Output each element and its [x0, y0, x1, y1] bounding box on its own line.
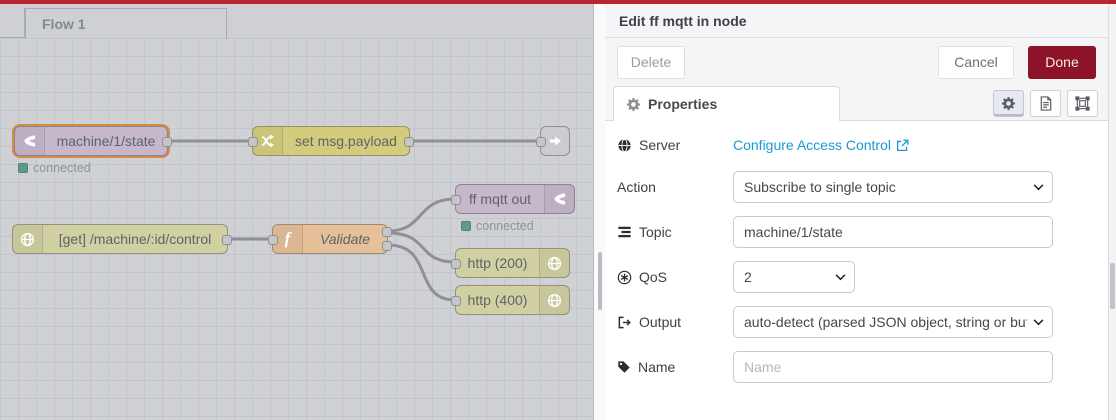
node-change[interactable]: set msg.payload [248, 126, 414, 156]
chevron-down-icon [835, 273, 846, 280]
globe-icon [539, 249, 569, 277]
node-label: machine/1/state [56, 133, 156, 149]
qos-icon [617, 270, 632, 284]
action-label: Action [617, 179, 656, 195]
appearance-icon [1075, 96, 1090, 111]
input-port[interactable] [451, 195, 461, 205]
document-icon [1039, 96, 1053, 111]
node-http-in[interactable]: [get] /machine/:id/control [12, 224, 232, 254]
appearance-tab-button[interactable] [1067, 90, 1098, 117]
node-link-out[interactable] [536, 126, 570, 156]
output-port-2[interactable] [382, 241, 392, 251]
canvas-scrollbar-thumb[interactable] [598, 252, 602, 310]
node-http-response-400[interactable]: http (400) [451, 285, 570, 315]
flow-canvas[interactable]: Flow 1 machine/1/state connected set msg… [0, 4, 593, 420]
output-row: Output auto-detect (parsed JSON object, … [617, 306, 1096, 338]
output-port[interactable] [404, 137, 414, 147]
name-row: Name [617, 351, 1096, 383]
output-label: Output [617, 314, 733, 330]
done-button[interactable]: Done [1028, 45, 1096, 79]
status-label: connected [476, 219, 534, 233]
node-label: set msg.payload [295, 133, 397, 149]
output-port[interactable] [222, 235, 232, 245]
gear-icon [1001, 96, 1016, 111]
node-label: http (400) [467, 292, 528, 308]
topic-input[interactable] [733, 216, 1053, 248]
name-label: Name [617, 359, 733, 375]
output-port[interactable] [162, 137, 172, 147]
action-row: Action Subscribe to single topic [617, 171, 1096, 203]
node-label: ff mqtt out [469, 191, 531, 207]
input-port[interactable] [536, 137, 546, 147]
globe-icon [618, 138, 631, 152]
node-label: [get] /machine/:id/control [58, 231, 212, 247]
topic-list-icon [618, 226, 631, 238]
panel-scrollbar-thumb[interactable] [1110, 263, 1115, 309]
server-row: Server Configure Access Control [617, 133, 1096, 157]
status-label: connected [33, 161, 91, 175]
globe-icon [13, 225, 43, 253]
cancel-button[interactable]: Cancel [938, 45, 1014, 79]
chevron-down-icon [1033, 183, 1044, 190]
chevron-down-icon [1033, 318, 1044, 325]
node-status: connected [461, 219, 534, 233]
flow-tab-label: Flow 1 [42, 16, 86, 32]
node-mqtt-in[interactable]: machine/1/state [14, 126, 172, 156]
edit-tab-row: Properties [605, 86, 1108, 121]
gear-icon [626, 97, 641, 112]
tab-flow-1[interactable]: Flow 1 [25, 8, 227, 39]
action-select[interactable]: Subscribe to single topic [733, 171, 1053, 203]
properties-tab-button[interactable] [993, 90, 1024, 117]
input-port[interactable] [268, 235, 278, 245]
input-port[interactable] [248, 137, 258, 147]
edit-tab-buttons [993, 90, 1098, 117]
properties-tab-label: Properties [648, 96, 718, 112]
qos-select[interactable]: 2 [733, 261, 855, 293]
node-http-response-200[interactable]: http (200) [451, 248, 570, 278]
qos-row: QoS 2 [617, 261, 1096, 293]
tab-bar-edge [0, 8, 25, 38]
sign-out-icon [618, 316, 631, 328]
node-label: Validate [319, 231, 371, 247]
input-port[interactable] [451, 259, 461, 269]
status-dot [461, 221, 471, 231]
topic-row: Topic [617, 216, 1096, 248]
output-port-1[interactable] [382, 227, 392, 237]
tag-icon [618, 361, 630, 373]
topic-label: Topic [617, 224, 733, 240]
node-mqtt-out[interactable]: ff mqtt out [451, 184, 575, 214]
description-tab-button[interactable] [1030, 90, 1061, 117]
qos-label: QoS [617, 269, 733, 285]
mqtt-icon [544, 185, 574, 213]
panel-scrollbar[interactable] [1108, 4, 1116, 420]
configure-access-control-link[interactable]: Configure Access Control [733, 137, 909, 153]
edit-panel-header: Edit ff mqtt in node [605, 4, 1108, 38]
edit-panel-title: Edit ff mqtt in node [619, 12, 747, 29]
node-label: http (200) [467, 255, 528, 271]
server-label: Server [617, 137, 733, 153]
node-status: connected [18, 161, 91, 175]
external-link-icon [896, 139, 909, 151]
properties-form: Server Configure Access Control Action S… [605, 121, 1108, 383]
output-select[interactable]: auto-detect (parsed JSON object, string … [733, 306, 1053, 338]
globe-icon [539, 286, 569, 314]
input-port[interactable] [451, 296, 461, 306]
edit-panel: Edit ff mqtt in node Delete Cancel Done … [605, 4, 1108, 420]
name-input[interactable] [733, 351, 1053, 383]
node-function[interactable]: f Validate [268, 224, 392, 254]
edit-toolbar: Delete Cancel Done [605, 38, 1108, 86]
delete-button[interactable]: Delete [617, 45, 685, 79]
flow-tab-bar: Flow 1 [0, 4, 593, 39]
canvas-panel-divider[interactable] [593, 4, 605, 420]
tab-properties[interactable]: Properties [613, 86, 840, 121]
status-dot [18, 163, 28, 173]
mqtt-icon [15, 127, 45, 155]
